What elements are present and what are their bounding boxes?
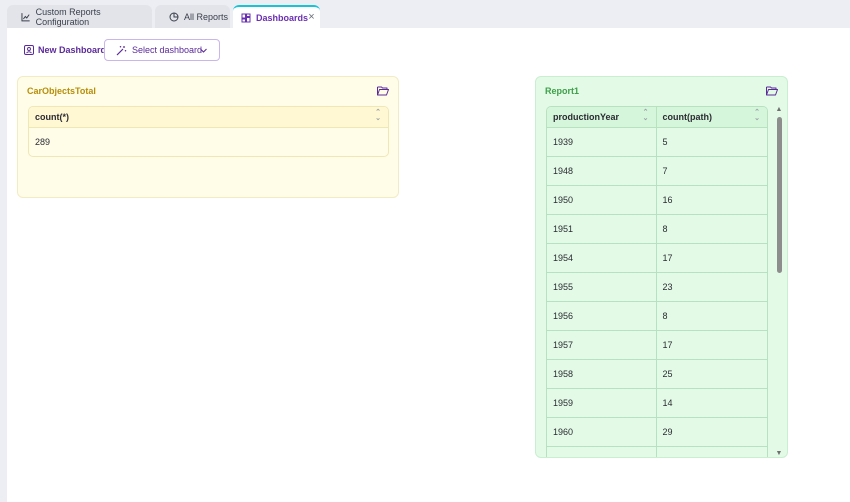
tab-custom-reports-configuration[interactable]: Custom Reports Configuration <box>7 5 152 28</box>
add-dashboard-icon <box>24 45 34 55</box>
table-cell: 1956 <box>547 302 657 330</box>
widget-title: CarObjectsTotal <box>27 86 96 96</box>
table-cell: 1939 <box>547 128 657 156</box>
scroll-down-arrow-icon[interactable]: ▼ <box>775 450 783 457</box>
table-cell: 1950 <box>547 186 657 214</box>
table-cell: 1955 <box>547 273 657 301</box>
table-row: 1956 8 <box>547 302 767 331</box>
widget-title: Report1 <box>545 86 580 96</box>
table-header-row: productionYear ⌃ ⌄ count(path) ⌃ ⌄ <box>547 107 767 128</box>
pie-chart-icon <box>169 12 179 21</box>
table-cell: 8 <box>662 311 668 321</box>
dashboard-content: New Dashboard Select dashboard CarObject… <box>7 28 850 502</box>
table-row: 1955 23 <box>547 273 767 302</box>
table-cell: 1954 <box>547 244 657 272</box>
table-cell: 1957 <box>547 331 657 359</box>
column-header-label: count(path) <box>662 112 713 122</box>
table-row: 1950 16 <box>547 186 767 215</box>
table-cell: 17 <box>662 253 673 263</box>
table-cell: 23 <box>662 282 673 292</box>
tab-label: Custom Reports Configuration <box>35 6 101 27</box>
table-cell: 5 <box>662 137 668 147</box>
column-header[interactable]: productionYear ⌃ ⌄ <box>547 107 657 127</box>
sort-icon[interactable]: ⌃ ⌄ <box>374 109 382 124</box>
chevron-down-icon <box>200 48 207 53</box>
widget-table: productionYear ⌃ ⌄ count(path) ⌃ ⌄ 1939 5 1… <box>546 106 768 457</box>
close-icon[interactable]: × <box>307 12 316 23</box>
column-header-label: count(*) <box>35 112 69 122</box>
table-cell: 16 <box>662 195 673 205</box>
widget-carobjectstotal: CarObjectsTotal count(*) ⌃ ⌄ 289 <box>17 76 399 198</box>
dashboard-icon <box>241 13 251 22</box>
table-row: 1951 8 <box>547 215 767 244</box>
select-dashboard-label: Select dashboard <box>132 45 203 55</box>
tab-bar: Custom Reports Configuration All Reports… <box>0 0 850 28</box>
new-dashboard-label: New Dashboard <box>38 45 107 55</box>
table-cell: 17 <box>662 340 673 350</box>
table-cell: 8 <box>662 224 668 234</box>
table-cell: 289 <box>35 137 51 147</box>
new-dashboard-button[interactable]: New Dashboard <box>24 43 106 57</box>
table-cell: 1959 <box>547 389 657 417</box>
table-row: 1957 17 <box>547 331 767 360</box>
table-cell: 14 <box>662 398 673 408</box>
column-header-label: productionYear <box>553 112 620 122</box>
tab-label: All Reports <box>184 11 229 22</box>
folder-open-icon[interactable] <box>766 86 778 96</box>
folder-open-icon[interactable] <box>377 86 389 96</box>
table-cell: 1958 <box>547 360 657 388</box>
tab-label: Dashboards <box>256 12 309 23</box>
table-cell: 1951 <box>547 215 657 243</box>
table-row: 1939 5 <box>547 128 767 157</box>
table-row: 1948 7 <box>547 157 767 186</box>
table-cell <box>657 447 768 457</box>
sort-icon[interactable]: ⌃ ⌄ <box>753 109 761 124</box>
widget-table: count(*) ⌃ ⌄ 289 <box>28 106 389 157</box>
table-row: 1960 29 <box>547 418 767 447</box>
table-row: 1958 25 <box>547 360 767 389</box>
table-cell <box>547 447 657 457</box>
select-dashboard-dropdown[interactable]: Select dashboard <box>104 39 220 61</box>
column-header[interactable]: count(*) ⌃ ⌄ <box>29 107 388 128</box>
table-row: 1959 14 <box>547 389 767 418</box>
widget-report1: Report1 productionYear ⌃ ⌄ count(path) ⌃ ⌄… <box>535 76 788 458</box>
chart-line-icon <box>21 12 30 21</box>
magic-wand-icon <box>116 45 127 55</box>
table-cell: 25 <box>662 369 673 379</box>
table-cell: 1960 <box>547 418 657 446</box>
table-row: 1954 17 <box>547 244 767 273</box>
tab-dashboards[interactable]: Dashboards × <box>233 5 320 28</box>
table-cell: 7 <box>662 166 668 176</box>
vertical-scrollbar[interactable]: ▲ ▼ <box>775 106 783 457</box>
table-cell: 29 <box>662 427 673 437</box>
column-header[interactable]: count(path) ⌃ ⌄ <box>657 107 768 127</box>
table-cell: 1948 <box>547 157 657 185</box>
scroll-up-arrow-icon[interactable]: ▲ <box>775 106 783 113</box>
table-row <box>547 447 768 457</box>
tab-all-reports[interactable]: All Reports <box>155 5 230 28</box>
sort-icon[interactable]: ⌃ ⌄ <box>642 109 650 124</box>
scrollbar-thumb[interactable] <box>777 117 782 273</box>
